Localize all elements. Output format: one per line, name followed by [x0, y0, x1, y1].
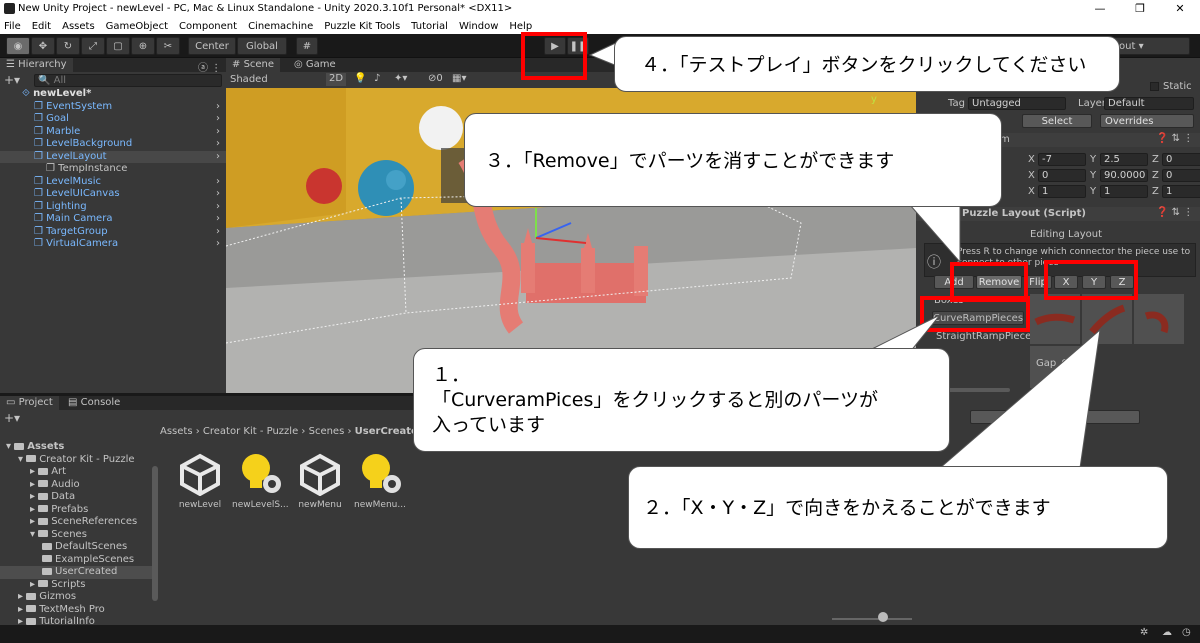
callout-step3: ３．「Remove」でパーツを消すことができます	[464, 113, 1002, 207]
callout-step2: ２．「X・Y・Z」で向きをかえることができます	[628, 466, 1168, 549]
callout-step4: ４．「テストプレイ」ボタンをクリックしてください	[614, 36, 1120, 92]
callout-step1: １． 「CurveramPices」をクリックすると別のパーツが 入っています	[413, 348, 950, 452]
